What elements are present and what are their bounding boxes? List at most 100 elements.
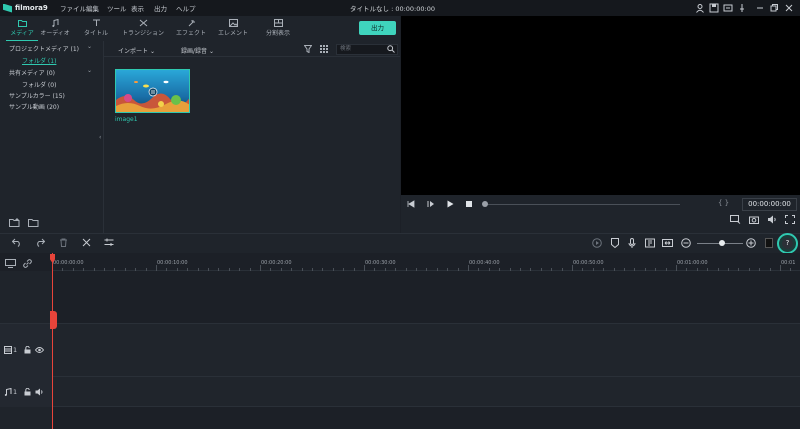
ruler-tick bbox=[353, 268, 355, 271]
menu-export[interactable]: 出力 bbox=[154, 3, 167, 13]
volume-icon[interactable] bbox=[767, 215, 777, 224]
skip-back-icon[interactable] bbox=[407, 200, 415, 208]
timeline-toolbar bbox=[0, 233, 800, 253]
save-icon[interactable] bbox=[709, 3, 719, 13]
ruler-tick bbox=[457, 268, 459, 271]
account-icon[interactable] bbox=[695, 3, 705, 13]
sidebar-item-folder-0[interactable]: フォルダ (0) bbox=[22, 80, 56, 89]
menu-tools[interactable]: ツール bbox=[107, 3, 127, 13]
ruler-tick bbox=[717, 268, 719, 271]
ruler-tick bbox=[208, 268, 209, 271]
playback-scrubber[interactable] bbox=[487, 204, 680, 205]
app-logo: filmora9 bbox=[3, 2, 48, 14]
redo-icon[interactable] bbox=[35, 238, 45, 247]
adjust-icon[interactable] bbox=[104, 238, 114, 247]
sidebar-item-folder-1[interactable]: フォルダ (1) bbox=[22, 56, 56, 65]
render-play-icon[interactable] bbox=[592, 238, 602, 248]
render-preview-icon[interactable] bbox=[730, 215, 741, 224]
notification-icon[interactable] bbox=[737, 3, 747, 13]
ruler-tick bbox=[592, 268, 594, 271]
help-icon[interactable]: ? bbox=[782, 238, 793, 249]
cut-icon[interactable] bbox=[82, 238, 91, 247]
ruler-tick bbox=[166, 268, 168, 271]
delete-icon[interactable] bbox=[59, 238, 68, 247]
chevron-down-icon[interactable]: ⌄ bbox=[87, 67, 92, 74]
tab-split-screen[interactable]: 分割表示 bbox=[256, 19, 300, 41]
media-thumbnail[interactable] bbox=[115, 69, 190, 113]
voiceover-mixer-icon[interactable] bbox=[645, 238, 655, 248]
menu-view[interactable]: 表示 bbox=[131, 3, 144, 13]
marker-icon[interactable] bbox=[611, 238, 619, 248]
snap-fit-icon[interactable] bbox=[662, 238, 673, 248]
cart-icon[interactable] bbox=[723, 3, 733, 13]
restore-icon[interactable] bbox=[769, 3, 779, 13]
link-icon[interactable] bbox=[23, 259, 32, 268]
tab-audio[interactable]: オーディオ bbox=[33, 19, 77, 41]
ruler-tick bbox=[104, 268, 105, 271]
zoom-in-icon[interactable] bbox=[746, 238, 756, 248]
folder-add-icon[interactable] bbox=[28, 218, 39, 227]
ruler-tick bbox=[447, 268, 449, 271]
video-track[interactable] bbox=[52, 323, 800, 377]
ruler-tick bbox=[374, 268, 376, 271]
speaker-icon[interactable] bbox=[35, 388, 44, 396]
tab-element-label: エレメント bbox=[217, 30, 248, 37]
undo-icon[interactable] bbox=[12, 238, 22, 247]
sidebar-item-sample-colors[interactable]: サンプルカラー (15) bbox=[9, 91, 65, 100]
tab-transition[interactable]: トランジション bbox=[118, 19, 168, 41]
lock-icon[interactable] bbox=[24, 346, 31, 354]
text-title-icon bbox=[92, 19, 100, 26]
record-dropdown[interactable]: 録画/録音 ⌄ bbox=[181, 46, 214, 55]
sidebar-item-shared-media[interactable]: 共有メディア (0) bbox=[9, 68, 55, 77]
video-track-icon bbox=[4, 346, 12, 354]
play-icon[interactable] bbox=[446, 200, 454, 208]
scrubber-knob[interactable] bbox=[482, 201, 488, 207]
audio-track[interactable] bbox=[52, 377, 800, 407]
microphone-icon[interactable] bbox=[628, 238, 636, 248]
menu-edit[interactable]: 編集 bbox=[86, 3, 99, 13]
collapse-arrow-icon[interactable]: ‹ bbox=[99, 134, 101, 141]
menu-help[interactable]: ヘルプ bbox=[176, 3, 196, 13]
ruler-tick bbox=[83, 268, 85, 271]
menu-file[interactable]: ファイル bbox=[60, 3, 86, 13]
filter-icon[interactable] bbox=[304, 45, 312, 53]
playhead-line[interactable] bbox=[52, 253, 53, 429]
ruler-tick bbox=[665, 268, 667, 271]
chevron-down-icon[interactable]: ⌄ bbox=[87, 43, 92, 50]
lock-icon[interactable] bbox=[24, 388, 31, 396]
tab-split-screen-label: 分割表示 bbox=[265, 30, 290, 37]
tab-title[interactable]: タイトル bbox=[74, 19, 118, 41]
fullscreen-icon[interactable] bbox=[785, 215, 795, 224]
eye-icon[interactable] bbox=[35, 346, 44, 354]
ruler-tick bbox=[239, 268, 241, 271]
zoom-out-icon[interactable] bbox=[681, 238, 691, 248]
step-back-icon[interactable] bbox=[427, 200, 435, 208]
ruler-tick bbox=[748, 268, 750, 271]
close-icon[interactable] bbox=[784, 3, 794, 13]
sidebar-divider bbox=[103, 41, 104, 233]
ruler-tick bbox=[655, 268, 657, 271]
panel-toggle-icon[interactable] bbox=[765, 238, 773, 248]
minimize-icon[interactable] bbox=[755, 3, 765, 13]
snapshot-camera-icon[interactable] bbox=[749, 215, 759, 224]
ruler-tick bbox=[197, 268, 199, 271]
import-dropdown[interactable]: インポート ⌄ bbox=[118, 46, 155, 55]
grid-view-icon[interactable] bbox=[320, 45, 328, 53]
sidebar-item-sample-videos[interactable]: サンプル動画 (20) bbox=[9, 102, 59, 111]
media-item-label: image1 bbox=[115, 116, 138, 123]
export-button[interactable]: 出力 bbox=[359, 21, 396, 35]
new-folder-icon[interactable] bbox=[9, 218, 20, 227]
ruler-tick bbox=[343, 268, 345, 271]
tab-effect[interactable]: エフェクト bbox=[169, 19, 213, 41]
ruler-tick bbox=[62, 268, 64, 271]
chevron-down-icon: ⌄ bbox=[208, 48, 214, 55]
tab-element[interactable]: エレメント bbox=[211, 19, 255, 41]
add-track-icon[interactable] bbox=[5, 259, 16, 268]
ruler-tick bbox=[426, 268, 428, 271]
stop-icon[interactable] bbox=[465, 200, 473, 208]
playhead-handle[interactable] bbox=[50, 311, 57, 329]
search-icon[interactable] bbox=[387, 45, 395, 53]
sidebar-item-project-media[interactable]: プロジェクトメディア (1) bbox=[9, 44, 79, 53]
ruler-tick bbox=[551, 268, 553, 271]
marker-brackets[interactable]: { } bbox=[718, 199, 729, 207]
